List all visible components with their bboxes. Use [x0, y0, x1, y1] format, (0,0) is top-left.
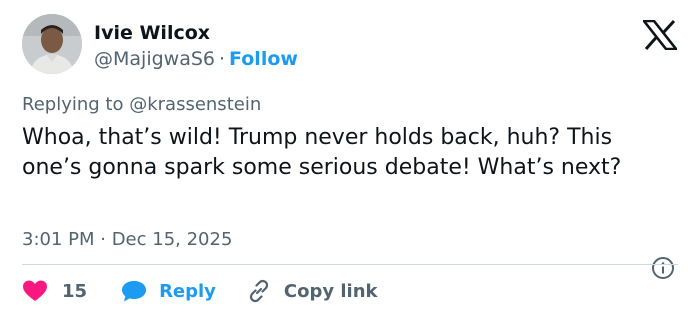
info-icon[interactable] [651, 256, 675, 280]
tweet-timestamp[interactable]: 3:01 PM · Dec 15, 2025 [22, 229, 232, 250]
author-name[interactable]: Ivie Wilcox [94, 22, 210, 44]
reply-button[interactable]: Reply [121, 279, 246, 303]
x-logo-icon[interactable] [643, 20, 677, 50]
avatar[interactable] [22, 14, 82, 74]
reply-context: Replying to @krassenstein [22, 94, 261, 115]
copy-link-button[interactable]: Copy link [246, 278, 378, 304]
like-button[interactable]: 15 [22, 279, 121, 303]
like-count: 15 [62, 280, 88, 302]
copy-link-label: Copy link [283, 280, 378, 302]
author-handle-row: @MajigwaS6 · Follow [94, 48, 298, 70]
action-bar: 15 Reply Copy link [22, 276, 378, 306]
reply-mention-link[interactable]: @krassenstein [129, 94, 261, 115]
separator-dot: · [219, 48, 226, 70]
heart-icon [23, 280, 47, 301]
reply-label: Reply [159, 280, 216, 302]
divider [22, 264, 678, 265]
tweet-text: Whoa, that’s wild! Trump never holds bac… [22, 125, 622, 180]
follow-button[interactable]: Follow [229, 48, 298, 70]
reply-bubble-icon [122, 281, 147, 302]
link-icon [249, 279, 269, 303]
reply-prefix: Replying to [22, 94, 124, 115]
tweet-card: Ivie Wilcox @MajigwaS6 · Follow Replying t… [0, 0, 700, 318]
author-handle[interactable]: @MajigwaS6 [94, 48, 215, 70]
